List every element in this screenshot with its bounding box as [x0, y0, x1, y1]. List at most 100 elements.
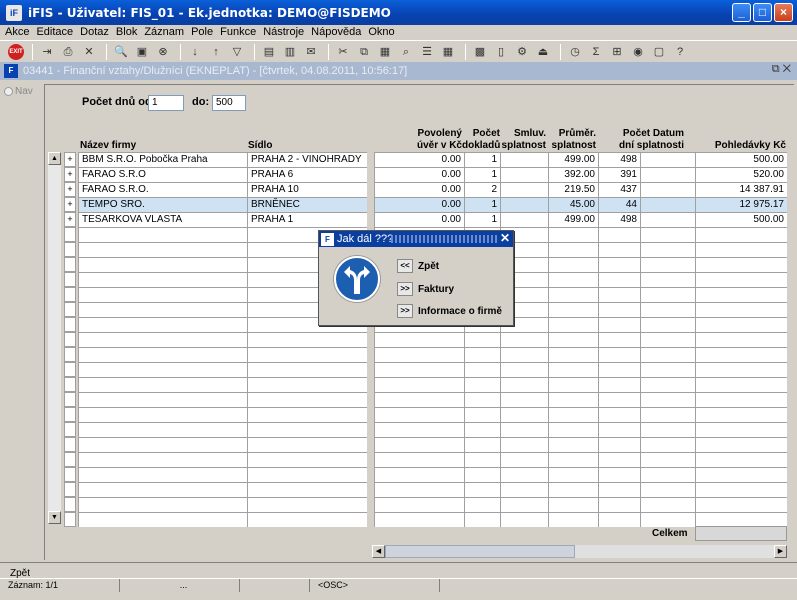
maximize-button[interactable]: □	[753, 3, 772, 22]
row-expand-icon[interactable]: +	[64, 212, 76, 227]
cell-days[interactable]	[598, 332, 640, 347]
row-expand-icon[interactable]	[64, 422, 76, 437]
scroll-right-icon[interactable]: ▶	[774, 545, 787, 558]
cell-receivables[interactable]	[695, 227, 787, 242]
cell-contract[interactable]	[500, 362, 548, 377]
cell-due[interactable]	[640, 437, 695, 452]
find-icon[interactable]: ⌕	[397, 44, 415, 60]
web-icon[interactable]: ◉	[629, 44, 647, 60]
days-to-input[interactable]: 500	[212, 95, 246, 111]
menu-okno[interactable]: Okno	[368, 26, 394, 38]
cut-icon[interactable]: ✂	[334, 44, 352, 60]
row-expand-icon[interactable]: +	[64, 197, 76, 212]
list-icon[interactable]: ☰	[418, 44, 436, 60]
cell-credit[interactable]: 0.00	[374, 212, 464, 227]
cell-contract[interactable]	[500, 422, 548, 437]
row-expand-icon[interactable]	[64, 407, 76, 422]
cell-seat[interactable]: BRNĚNEC	[247, 197, 367, 212]
cell-seat[interactable]	[247, 497, 367, 512]
cell-due[interactable]	[640, 497, 695, 512]
excel-icon[interactable]: ⊞	[608, 44, 626, 60]
cell-credit[interactable]: 0.00	[374, 182, 464, 197]
row-expand-icon[interactable]	[64, 257, 76, 272]
cell-days[interactable]	[598, 377, 640, 392]
cell-seat[interactable]	[247, 377, 367, 392]
cell-company[interactable]	[78, 242, 247, 257]
cell-avg[interactable]	[548, 242, 598, 257]
cell-avg[interactable]	[548, 302, 598, 317]
cell-credit[interactable]	[374, 347, 464, 362]
cell-avg[interactable]	[548, 362, 598, 377]
cell-days[interactable]	[598, 347, 640, 362]
cell-company[interactable]	[78, 257, 247, 272]
cell-days[interactable]: 498	[598, 152, 640, 167]
cell-docs[interactable]	[464, 392, 500, 407]
cell-company[interactable]: BBM S.R.O. Pobočka Praha	[78, 152, 247, 167]
cell-contract[interactable]	[500, 437, 548, 452]
row-expand-icon[interactable]	[64, 302, 76, 317]
cell-days[interactable]	[598, 437, 640, 452]
cell-docs[interactable]	[464, 347, 500, 362]
filter-icon[interactable]: ▽	[228, 44, 246, 60]
cell-receivables[interactable]: 14 387.91	[695, 182, 787, 197]
cell-receivables[interactable]	[695, 317, 787, 332]
cell-due[interactable]	[640, 272, 695, 287]
row-expand-icon[interactable]: +	[64, 152, 76, 167]
cell-credit[interactable]	[374, 512, 464, 527]
menu-dotaz[interactable]: Dotaz	[80, 26, 109, 38]
cell-due[interactable]	[640, 212, 695, 227]
cell-receivables[interactable]	[695, 287, 787, 302]
cell-days[interactable]	[598, 452, 640, 467]
cell-seat[interactable]	[247, 437, 367, 452]
row-expand-icon[interactable]	[64, 467, 76, 482]
cell-seat[interactable]	[247, 332, 367, 347]
cell-docs[interactable]: 1	[464, 167, 500, 182]
cell-receivables[interactable]	[695, 347, 787, 362]
cell-due[interactable]	[640, 242, 695, 257]
help-icon[interactable]: ?	[671, 44, 689, 60]
cell-receivables[interactable]	[695, 497, 787, 512]
cell-days[interactable]: 391	[598, 167, 640, 182]
cell-days[interactable]	[598, 467, 640, 482]
horizontal-scrollbar[interactable]: ◀ ▶	[372, 545, 787, 558]
row-expand-icon[interactable]	[64, 437, 76, 452]
cell-credit[interactable]: 0.00	[374, 167, 464, 182]
delete-icon[interactable]: ✕	[80, 44, 98, 60]
cell-due[interactable]	[640, 512, 695, 527]
cell-company[interactable]: TESARKOVA VLASTA	[78, 212, 247, 227]
cell-docs[interactable]: 1	[464, 152, 500, 167]
minimize-button[interactable]: _	[732, 3, 751, 22]
cell-due[interactable]	[640, 182, 695, 197]
nav-toggle[interactable]: Nav	[4, 86, 42, 97]
cell-docs[interactable]	[464, 512, 500, 527]
cell-days[interactable]	[598, 302, 640, 317]
cancel-query-icon[interactable]: ⊗	[154, 44, 172, 60]
cell-days[interactable]	[598, 287, 640, 302]
cell-company[interactable]	[78, 482, 247, 497]
menu-nastroje[interactable]: Nástroje	[263, 26, 304, 38]
cell-company[interactable]	[78, 467, 247, 482]
cell-due[interactable]	[640, 167, 695, 182]
cell-receivables[interactable]: 12 975.17	[695, 197, 787, 212]
cell-contract[interactable]	[500, 482, 548, 497]
cell-receivables[interactable]: 520.00	[695, 167, 787, 182]
row-expand-icon[interactable]	[64, 347, 76, 362]
cell-company[interactable]	[78, 392, 247, 407]
clock-icon[interactable]: ◷	[566, 44, 584, 60]
cell-seat[interactable]	[247, 392, 367, 407]
tools-icon[interactable]: ⚙	[513, 44, 531, 60]
cell-docs[interactable]	[464, 377, 500, 392]
cell-days[interactable]	[598, 422, 640, 437]
row-expand-icon[interactable]	[64, 377, 76, 392]
cell-avg[interactable]	[548, 482, 598, 497]
row-expand-icon[interactable]	[64, 452, 76, 467]
cell-avg[interactable]: 499.00	[548, 152, 598, 167]
export-icon[interactable]: ▥	[281, 44, 299, 60]
query-icon[interactable]: 🔍	[112, 44, 130, 60]
cell-avg[interactable]	[548, 497, 598, 512]
sort-desc-icon[interactable]: ↑	[207, 44, 225, 60]
cell-avg[interactable]	[548, 287, 598, 302]
cell-company[interactable]	[78, 422, 247, 437]
row-expand-icon[interactable]	[64, 497, 76, 512]
cell-due[interactable]	[640, 377, 695, 392]
